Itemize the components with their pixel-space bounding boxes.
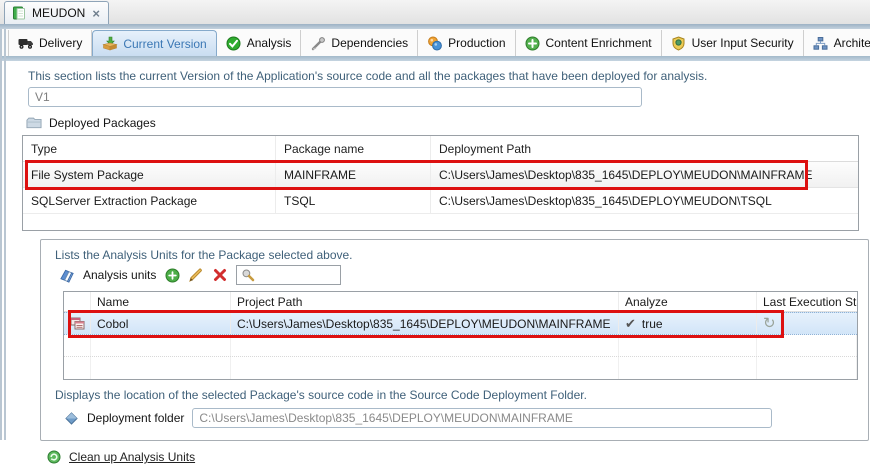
production-icon [427,35,443,51]
table-row-cobol[interactable]: Cobol C:\Users\James\Desktop\835_1645\DE… [64,312,857,335]
section-description: This section lists the current Version o… [28,69,858,83]
analysis-units-filter[interactable] [236,265,341,285]
analysis-unit-project-path: C:\Users\James\Desktop\835_1645\DEPLOY\M… [231,313,619,334]
tab-content-enrichment[interactable]: Content Enrichment [516,30,662,56]
tab-user-input-security[interactable]: User Input Security [662,30,804,56]
package-type: SQLServer Extraction Package [23,188,276,213]
column-header-analyze[interactable]: Analyze [619,292,757,311]
analyze-value: true [642,317,663,331]
close-icon[interactable]: × [92,6,100,21]
analysis-unit-name: Cobol [91,313,231,334]
edit-pencil-icon[interactable] [188,267,204,283]
editor-tab-title: MEUDON [32,6,85,20]
tab-label: Analysis [247,36,292,50]
filter-pen-icon [240,267,256,283]
filter-input[interactable] [259,268,337,282]
add-analysis-unit-button[interactable] [164,267,180,283]
cleanup-link-row: Clean up Analysis Units [46,449,858,465]
refresh-status-icon: ↻ [763,316,776,331]
cleanup-refresh-icon [46,449,62,465]
check-icon: ✔ [625,316,636,332]
deployment-folder-description: Displays the location of the selected Pa… [55,388,862,402]
deployment-folder-label: Deployment folder [87,411,184,425]
document-icon [11,5,27,21]
table-row-file-system-package[interactable]: File System Package MAINFRAME C:\Users\J… [23,162,858,188]
column-header-deployment-path[interactable]: Deployment Path [431,136,858,161]
analyze-cell[interactable]: ✔ true [619,313,757,334]
analysis-units-label: Analysis units [83,268,156,282]
shield-icon [671,35,687,51]
tab-dependencies[interactable]: Dependencies [301,30,418,56]
tab-label: Content Enrichment [546,36,652,50]
column-header-type[interactable]: Type [23,136,276,161]
dependencies-pin-icon [310,35,326,51]
analysis-unit-icon [64,313,91,334]
empty-row [64,335,857,357]
cleanup-analysis-units-link[interactable]: Clean up Analysis Units [69,450,195,464]
deployed-packages-table: Type Package name Deployment Path File S… [22,135,859,231]
tab-production[interactable]: Production [418,30,515,56]
table-header-row: Type Package name Deployment Path [23,136,858,162]
package-path: C:\Users\James\Desktop\835_1645\DEPLOY\M… [431,162,858,187]
column-header-package-name[interactable]: Package name [276,136,431,161]
application-window: MEUDON × Delivery Current Version Analys… [0,0,870,440]
tab-current-version[interactable]: Current Version [92,30,216,56]
architecture-hierarchy-icon [813,35,829,51]
diamond-icon [63,410,79,426]
package-path: C:\Users\James\Desktop\835_1645\DEPLOY\M… [431,188,858,213]
delete-x-icon[interactable] [212,267,228,283]
package-version-icon [102,36,118,52]
editor-tab-meudon[interactable]: MEUDON × [4,1,109,24]
column-header-last-execution-status[interactable]: Last Execution Status [757,292,857,311]
add-circle-icon [525,35,541,51]
analysis-units-table: Name Project Path Analyze Last Execution… [63,291,858,380]
version-input[interactable] [28,87,642,107]
column-header-name[interactable]: Name [91,292,231,311]
tab-label: Architecture Models [834,36,870,50]
tab-label: Dependencies [331,36,408,50]
last-execution-status-cell: ↻ [757,313,857,334]
package-name: MAINFRAME [276,162,431,187]
package-type: File System Package [23,162,276,187]
tab-delivery[interactable]: Delivery [8,30,92,56]
section-tabbar: Delivery Current Version Analysis Depend… [0,29,870,56]
window-trim-line [0,29,2,440]
book-icon [59,267,75,283]
table-header-row: Name Project Path Analyze Last Execution… [64,292,857,312]
analysis-icon [226,35,242,51]
analysis-units-groupbox: Lists the Analysis Units for the Package… [40,239,869,441]
table-row-sqlserver-package[interactable]: SQLServer Extraction Package TSQL C:\Use… [23,188,858,214]
tab-label: Delivery [39,36,82,50]
tab-analysis[interactable]: Analysis [217,30,302,56]
empty-row [64,357,857,379]
tab-label: User Input Security [692,36,794,50]
deployed-packages-label: Deployed Packages [49,116,156,130]
package-name: TSQL [276,188,431,213]
deployed-packages-header: Deployed Packages [26,115,858,131]
editor-tabstrip: MEUDON × [0,0,870,24]
deployment-folder-input[interactable] [192,408,772,428]
column-header-project-path[interactable]: Project Path [231,292,619,311]
window-trim-line [4,29,6,440]
analysis-units-description: Lists the Analysis Units for the Package… [55,248,862,262]
delivery-truck-icon [18,35,34,51]
tab-label: Current Version [123,37,206,51]
tab-label: Production [448,36,505,50]
tab-architecture-models[interactable]: Architecture Models [804,30,870,56]
column-header-icon [64,292,91,311]
deployment-folder-row: Deployment folder [63,408,862,428]
analysis-units-toolbar: Analysis units [59,265,862,285]
packages-folder-icon [26,115,42,131]
table-empty-area [23,214,858,230]
current-version-panel: This section lists the current Version o… [0,61,870,465]
